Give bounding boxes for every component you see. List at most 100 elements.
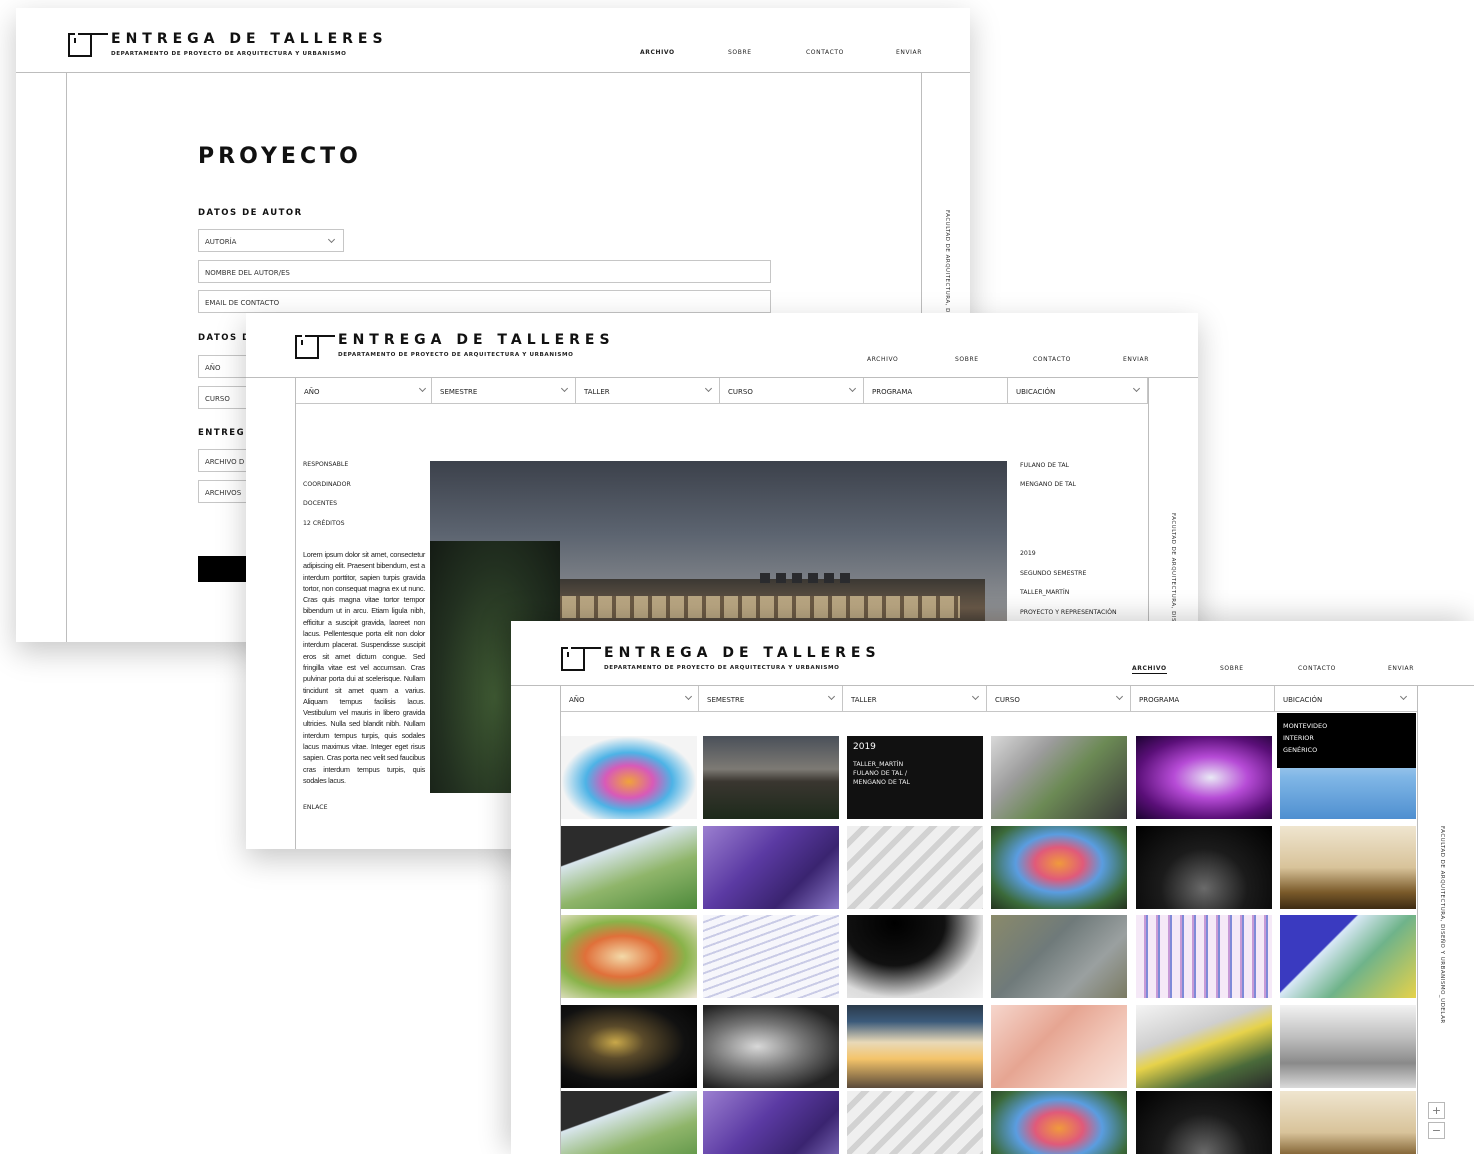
chevron-down-icon	[971, 692, 980, 701]
nav-archivo[interactable]: ARCHIVO	[1132, 665, 1167, 674]
nav-contacto[interactable]: CONTACTO	[806, 49, 844, 56]
nav-sobre[interactable]: SOBRE	[955, 356, 979, 363]
chevron-down-icon	[560, 384, 569, 393]
site-subtitle: DEPARTAMENTO DE PROYECTO DE ARQUITECTURA…	[111, 51, 347, 57]
project-thumbnail[interactable]	[991, 826, 1127, 909]
ubicacion-option-interior[interactable]: INTERIOR	[1283, 732, 1416, 744]
project-thumbnail[interactable]	[1136, 1091, 1272, 1154]
side-faculty-text: FACULTAD DE ARQUITECTURA, DISE	[1170, 513, 1176, 626]
project-thumbnail[interactable]	[991, 915, 1127, 998]
filter-semestre[interactable]: SEMESTRE	[699, 686, 843, 712]
project-thumbnail[interactable]	[703, 1005, 839, 1088]
project-thumbnail[interactable]	[703, 915, 839, 998]
project-thumbnail[interactable]	[561, 915, 697, 998]
project-thumbnail[interactable]	[1136, 736, 1272, 819]
filter-taller-label: TALLER	[584, 388, 610, 396]
filter-taller[interactable]: TALLER	[576, 378, 720, 404]
project-info-tile[interactable]: 2019 TALLER_MARTÍN FULANO DE TAL / MENGA…	[847, 736, 983, 819]
project-thumbnail[interactable]	[1280, 826, 1416, 909]
nav-sobre[interactable]: SOBRE	[728, 49, 752, 56]
chevron-down-icon	[684, 692, 693, 701]
info-tile-author: MENGANO DE TAL	[853, 779, 910, 786]
info-tile-year: 2019	[853, 742, 876, 752]
project-description: Lorem ipsum dolor sit amet, consectetur …	[303, 550, 425, 785]
project-thumbnail[interactable]	[991, 736, 1127, 819]
nav-contacto[interactable]: CONTACTO	[1298, 665, 1336, 672]
project-thumbnail[interactable]	[561, 1005, 697, 1088]
header-divider	[16, 72, 970, 73]
author-name-input[interactable]: NOMBRE DEL AUTOR/ES	[198, 260, 771, 283]
filter-taller[interactable]: TALLER	[843, 686, 987, 712]
project-thumbnail[interactable]	[991, 1005, 1127, 1088]
filter-programa-label: PROGRAMA	[1139, 696, 1180, 704]
zoom-out-button[interactable]: −	[1428, 1122, 1445, 1139]
name-mengano: MENGANO DE TAL	[1020, 481, 1076, 488]
project-thumbnail[interactable]	[1136, 1005, 1272, 1088]
project-link[interactable]: ENLACE	[303, 804, 327, 811]
left-rule	[295, 377, 296, 849]
autoria-select-value: AUTORÍA	[205, 238, 237, 246]
meta-taller: TALLER_MARTÍN	[1020, 589, 1070, 596]
meta-responsable: RESPONSABLE	[303, 461, 349, 468]
project-thumbnail[interactable]	[847, 915, 983, 998]
autoria-select[interactable]: AUTORÍA	[198, 229, 344, 252]
nav-archivo[interactable]: ARCHIVO	[640, 49, 675, 56]
filter-programa[interactable]: PROGRAMA	[1131, 686, 1275, 712]
email-input[interactable]: EMAIL DE CONTACTO	[198, 290, 771, 313]
ubicacion-option-generico[interactable]: GENÉRICO	[1283, 744, 1416, 756]
chevron-down-icon	[827, 692, 836, 701]
nav-enviar[interactable]: ENVIAR	[1123, 356, 1149, 363]
filter-bar: AÑO SEMESTRE TALLER CURSO PROGRAMA UBICA…	[561, 686, 1417, 713]
project-thumbnail[interactable]	[1136, 826, 1272, 909]
meta-programa: PROYECTO Y REPRESENTACIÓN	[1020, 609, 1117, 616]
meta-semestre: SEGUNDO SEMESTRE	[1020, 570, 1087, 577]
nav-enviar[interactable]: ENVIAR	[1388, 665, 1414, 672]
filter-anio[interactable]: AÑO	[296, 378, 432, 404]
nav-enviar[interactable]: ENVIAR	[896, 49, 922, 56]
filter-anio[interactable]: AÑO	[561, 686, 699, 712]
left-rule	[66, 72, 67, 642]
project-thumbnail[interactable]	[1136, 915, 1272, 998]
nav-archivo[interactable]: ARCHIVO	[867, 356, 898, 363]
section-entrega-label: ENTREG	[198, 428, 246, 438]
filter-curso-label: CURSO	[728, 388, 753, 396]
logo-icon[interactable]	[561, 647, 587, 671]
project-thumbnail[interactable]	[847, 1005, 983, 1088]
site-title[interactable]: ENTREGA DE TALLERES	[338, 332, 615, 348]
logo-icon[interactable]	[295, 335, 321, 359]
filter-curso[interactable]: CURSO	[987, 686, 1131, 712]
project-thumbnail[interactable]	[847, 826, 983, 909]
site-title[interactable]: ENTREGA DE TALLERES	[604, 645, 881, 661]
project-thumbnail[interactable]	[703, 826, 839, 909]
filter-curso[interactable]: CURSO	[720, 378, 864, 404]
logo-icon[interactable]	[68, 33, 94, 57]
filter-ubicacion[interactable]: UBICACIÓN	[1275, 686, 1417, 712]
project-thumbnail[interactable]	[561, 826, 697, 909]
nav-contacto[interactable]: CONTACTO	[1033, 356, 1071, 363]
project-thumbnail[interactable]	[703, 1091, 839, 1154]
section-datos-label: DATOS D	[198, 333, 251, 343]
project-thumbnail[interactable]	[561, 736, 697, 819]
name-fulano: FULANO DE TAL	[1020, 462, 1069, 469]
filter-semestre[interactable]: SEMESTRE	[432, 378, 576, 404]
page-title: PROYECTO	[198, 144, 362, 169]
project-thumbnail[interactable]	[1280, 1091, 1416, 1154]
project-thumbnail[interactable]	[1280, 915, 1416, 998]
site-title[interactable]: ENTREGA DE TALLERES	[111, 31, 388, 47]
project-thumbnail[interactable]	[847, 1091, 983, 1154]
filter-ubicacion-label: UBICACIÓN	[1016, 388, 1056, 396]
project-thumbnail[interactable]	[991, 1091, 1127, 1154]
ubicacion-option-montevideo[interactable]: MONTEVIDEO	[1283, 720, 1416, 732]
filter-programa-label: PROGRAMA	[872, 388, 913, 396]
chevron-down-icon	[704, 384, 713, 393]
nav-sobre[interactable]: SOBRE	[1220, 665, 1244, 672]
right-rule	[1417, 685, 1418, 1154]
project-thumbnail[interactable]	[561, 1091, 697, 1154]
meta-year: 2019	[1020, 550, 1036, 557]
project-thumbnail[interactable]	[1280, 1005, 1416, 1088]
section-autor-label: DATOS DE AUTOR	[198, 208, 303, 218]
filter-ubicacion[interactable]: UBICACIÓN	[1008, 378, 1148, 404]
zoom-in-button[interactable]: +	[1428, 1102, 1445, 1119]
filter-programa[interactable]: PROGRAMA	[864, 378, 1008, 404]
project-thumbnail[interactable]	[703, 736, 839, 819]
